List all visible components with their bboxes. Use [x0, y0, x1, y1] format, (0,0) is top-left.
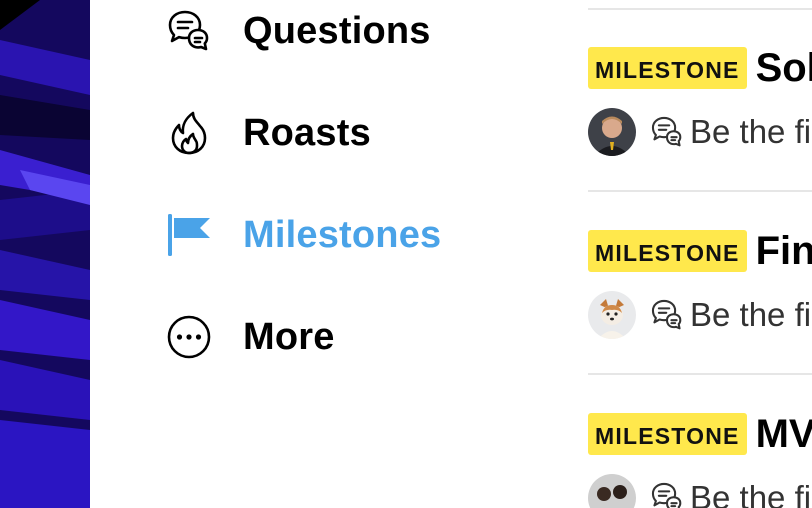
avatar[interactable]: [588, 291, 636, 339]
nav-item-roasts[interactable]: Roasts: [166, 103, 371, 163]
feed-post[interactable]: MILESTONE Sol Be the fi: [588, 46, 812, 156]
milestone-badge: MILESTONE: [588, 47, 747, 89]
nav-item-label: More: [243, 315, 335, 358]
milestone-badge: MILESTONE: [588, 230, 747, 272]
comment-icon[interactable]: [650, 115, 684, 149]
nav-item-questions[interactable]: Questions: [166, 1, 431, 61]
divider: [588, 8, 812, 10]
post-title[interactable]: Fini: [756, 229, 812, 273]
comment-icon[interactable]: [650, 298, 684, 332]
comment-prompt[interactable]: Be the fi: [690, 296, 811, 334]
post-title[interactable]: MV: [756, 412, 812, 456]
post-title[interactable]: Sol: [756, 46, 812, 90]
divider: [588, 373, 812, 375]
nav-item-label: Milestones: [243, 213, 442, 256]
avatar[interactable]: [588, 108, 636, 156]
nav-item-more[interactable]: More: [166, 307, 335, 367]
flame-icon: [166, 110, 212, 156]
feed-post[interactable]: MILESTONE MV Be the fi: [588, 412, 812, 508]
milestone-badge: MILESTONE: [588, 413, 747, 455]
nav-item-label: Roasts: [243, 111, 371, 154]
ellipsis-circle-icon: [166, 314, 212, 360]
divider: [588, 190, 812, 192]
question-bubbles-icon: [166, 8, 212, 54]
comment-icon[interactable]: [650, 481, 684, 508]
milestone-feed: MILESTONE Sol Be the fi MILESTONE Fin Be…: [588, 0, 812, 508]
flag-icon: [166, 212, 212, 258]
nav-item-label: Questions: [243, 9, 431, 52]
avatar[interactable]: [588, 474, 636, 508]
feed-post[interactable]: MILESTONE Fini: [588, 229, 812, 339]
main-navigation: Questions Roasts Milestones More: [0, 0, 560, 508]
nav-item-milestones[interactable]: Milestones: [166, 205, 441, 265]
comment-prompt[interactable]: Be the fi: [690, 113, 811, 151]
comment-prompt[interactable]: Be the fi: [690, 479, 811, 508]
